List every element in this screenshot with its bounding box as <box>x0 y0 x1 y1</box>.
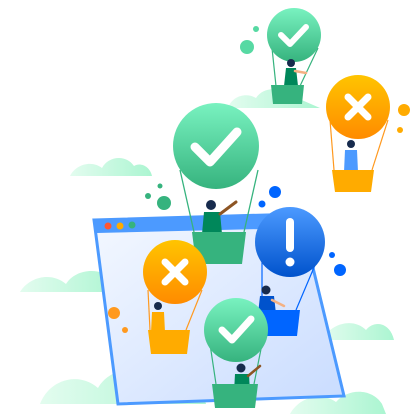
window-dot-green <box>128 221 136 229</box>
cloud-left-mid <box>70 157 152 176</box>
balloon-basket <box>212 384 258 408</box>
dot <box>269 186 281 198</box>
person <box>344 140 358 172</box>
window-dot-yellow <box>116 222 124 230</box>
balloon-basket <box>271 85 304 104</box>
balloon-envelope <box>267 8 321 62</box>
person <box>284 59 308 86</box>
dot <box>122 327 128 333</box>
dot <box>253 26 259 32</box>
dot <box>240 40 254 54</box>
dot <box>258 200 266 208</box>
balloon-basket <box>332 170 374 192</box>
balloon-basket <box>148 330 190 354</box>
balloon-top-green <box>267 8 321 104</box>
window-dot-red <box>104 222 112 230</box>
balloon-right-orange <box>326 75 390 192</box>
dot <box>157 183 163 189</box>
balloon-envelope <box>204 298 268 362</box>
dot <box>334 264 346 276</box>
cloud-right-mid <box>322 323 394 340</box>
dot <box>157 196 171 210</box>
balloon-envelope <box>173 103 259 189</box>
dot <box>397 127 403 133</box>
dot <box>398 104 410 116</box>
dot <box>145 193 151 199</box>
balloon-illustration <box>20 8 410 414</box>
dot <box>329 252 335 258</box>
exclamation-dot <box>285 257 295 267</box>
dot <box>108 307 120 319</box>
